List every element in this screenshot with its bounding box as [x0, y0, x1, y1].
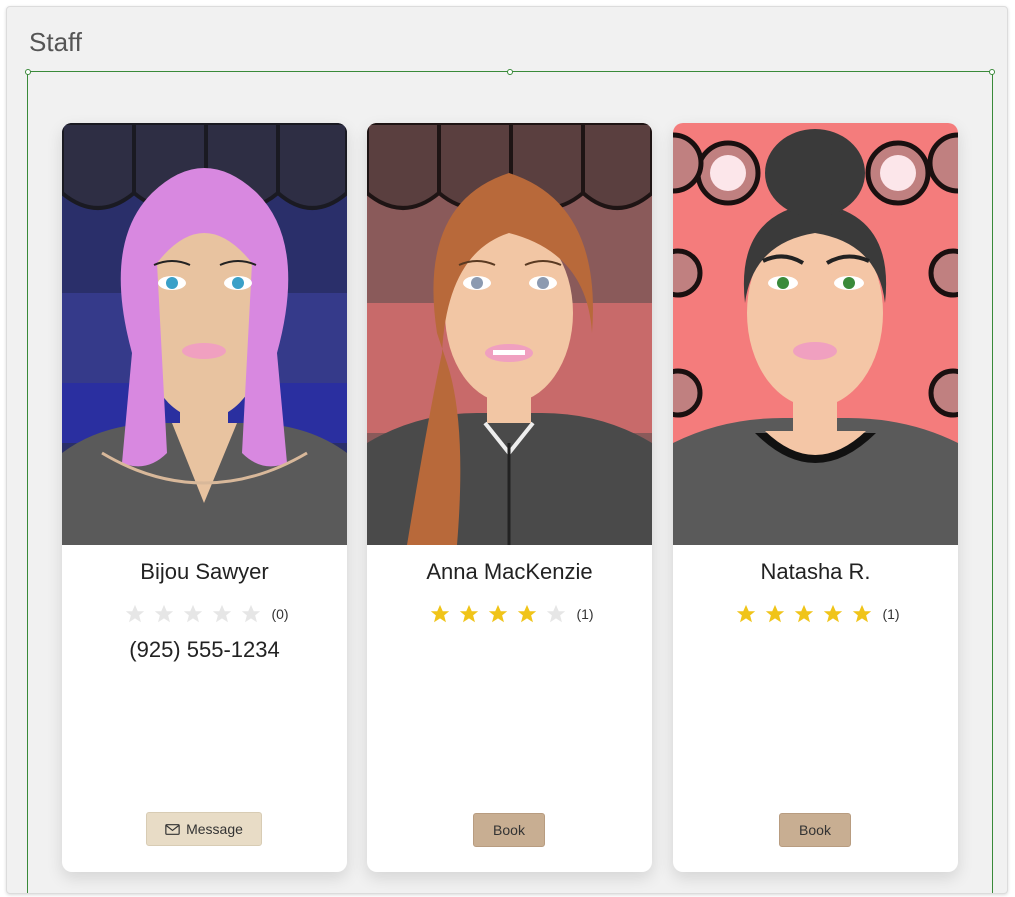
star-rating: (0) [62, 603, 347, 625]
panel-title: Staff [29, 27, 83, 57]
star-icon [794, 604, 814, 623]
staff-name: Bijou Sawyer [140, 559, 269, 584]
message-button[interactable]: Message [146, 812, 262, 846]
star-rating: (1) [367, 603, 652, 625]
star-rating: (1) [673, 603, 958, 625]
star-icon [125, 604, 145, 623]
staff-phone: (925) 555-1234 [129, 637, 280, 662]
selection-handle-right[interactable] [989, 69, 995, 75]
star-icon [765, 604, 785, 623]
rating-count: (1) [882, 606, 900, 622]
selection-handle-top[interactable] [507, 69, 513, 75]
star-icon [241, 604, 261, 623]
staff-portrait [673, 123, 958, 545]
star-icon [823, 604, 843, 623]
staff-card: Anna MacKenzie (1) Book [367, 123, 652, 872]
message-button-label: Message [186, 821, 243, 837]
staff-portrait [367, 123, 652, 545]
staff-card: Natasha R. (1) Book [673, 123, 958, 872]
star-icon [459, 604, 479, 623]
star-icon [736, 604, 756, 623]
star-icon [212, 604, 232, 623]
staff-name: Anna MacKenzie [426, 559, 593, 584]
rating-count: (0) [271, 606, 289, 622]
envelope-icon [165, 823, 180, 835]
star-icon [852, 604, 872, 623]
staff-portrait [62, 123, 347, 545]
star-icon [546, 604, 566, 623]
star-icon [430, 604, 450, 623]
star-icon [154, 604, 174, 623]
star-icon [183, 604, 203, 623]
rating-count: (1) [576, 606, 594, 622]
staff-name: Natasha R. [760, 559, 871, 584]
star-icon [488, 604, 508, 623]
selection-handle-left[interactable] [25, 69, 31, 75]
book-button[interactable]: Book [779, 813, 851, 847]
book-button[interactable]: Book [473, 813, 545, 847]
staff-card: Bijou Sawyer (0) (925) 555-1234 Message [62, 123, 347, 872]
star-icon [517, 604, 537, 623]
